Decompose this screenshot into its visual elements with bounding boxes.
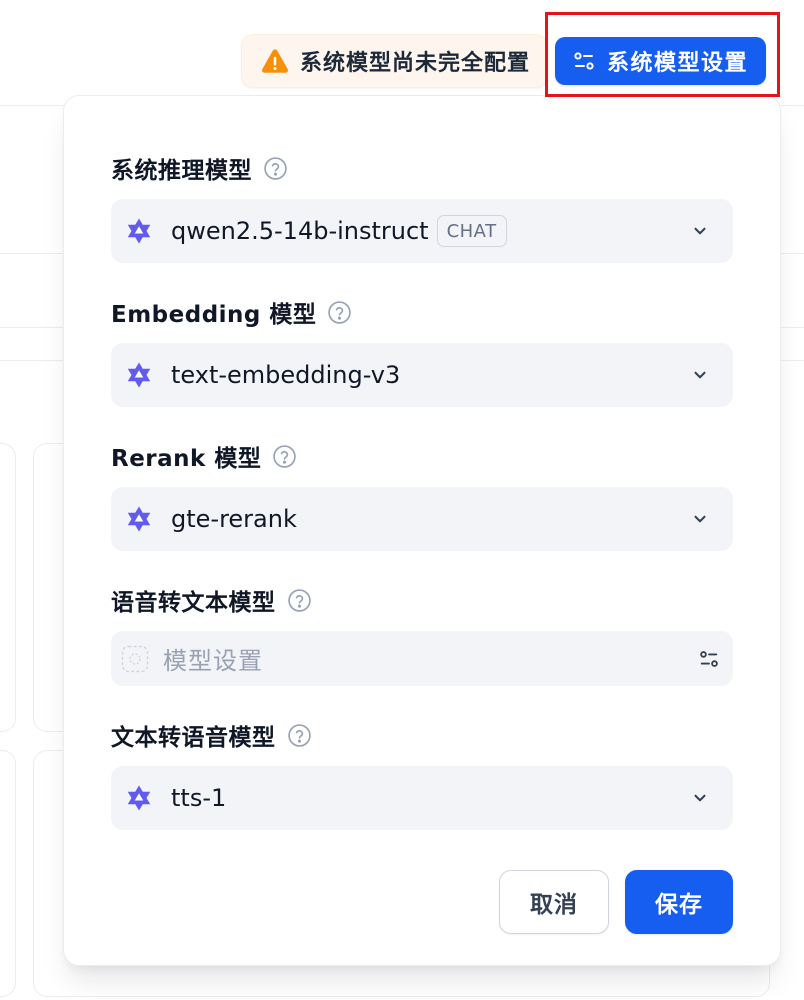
settings-sliders-icon [698,648,720,670]
selected-model: gte-rerank [171,505,297,533]
reasoning-model-field: 系统推理模型 qwen2.5-14b-instruct CHAT [111,154,733,263]
chevron-down-icon [691,510,709,528]
qwen-model-icon [124,216,154,246]
model-config-warning: 系统模型尚未完全配置 [241,34,548,88]
speech-to-text-model-field: 语音转文本模型 模型设置 [111,586,733,686]
select-placeholder: 模型设置 [163,647,263,675]
model-placeholder-icon [121,645,149,673]
field-label-row: 系统推理模型 [111,154,733,184]
field-label: 语音转文本模型 [111,590,276,616]
help-circle-icon[interactable] [272,444,297,469]
help-circle-icon[interactable] [327,300,352,325]
help-circle-icon[interactable] [263,156,288,181]
field-label-row: 文本转语音模型 [111,721,733,751]
provider-card [0,443,16,732]
field-label: Embedding 模型 [111,302,317,328]
selected-model: qwen2.5-14b-instruct [171,217,429,245]
settings-sliders-icon [572,49,596,73]
chevron-down-icon [691,789,709,807]
reasoning-model-select[interactable]: qwen2.5-14b-instruct CHAT [111,199,733,263]
field-label-row: 语音转文本模型 [111,586,733,616]
chevron-down-icon [691,222,709,240]
qwen-model-icon [124,783,154,813]
help-circle-icon[interactable] [287,723,312,748]
settings-button-label: 系统模型设置 [607,51,749,76]
embedding-model-field: Embedding 模型 text-embedding-v3 [111,298,733,407]
field-label: 文本转语音模型 [111,725,276,751]
page: 系统模型尚未完全配置 系统模型设置 系统推理模型 qwen2.5-14b-ins… [0,0,804,1000]
warning-icon [260,46,290,76]
field-label-row: Rerank 模型 [111,442,733,472]
speech-to-text-model-select[interactable]: 模型设置 [111,631,733,686]
selected-model: tts-1 [171,784,227,812]
warning-text: 系统模型尚未完全配置 [300,51,531,76]
rerank-model-select[interactable]: gte-rerank [111,487,733,551]
field-label: 系统推理模型 [111,158,252,184]
model-type-badge: CHAT [436,215,507,247]
qwen-model-icon [124,504,154,534]
popover-actions: 取消 保存 [111,870,733,934]
save-button[interactable]: 保存 [625,870,733,934]
embedding-model-select[interactable]: text-embedding-v3 [111,343,733,407]
field-label-row: Embedding 模型 [111,298,733,328]
qwen-model-icon [124,360,154,390]
provider-card [0,750,16,997]
field-label: Rerank 模型 [111,446,262,472]
text-to-speech-model-select[interactable]: tts-1 [111,766,733,830]
chevron-down-icon [691,366,709,384]
help-circle-icon[interactable] [287,588,312,613]
system-model-settings-button[interactable]: 系统模型设置 [555,37,766,85]
cancel-button[interactable]: 取消 [499,870,609,934]
text-to-speech-model-field: 文本转语音模型 tts-1 [111,721,733,830]
system-model-settings-popover: 系统推理模型 qwen2.5-14b-instruct CHAT Embeddi… [63,95,781,966]
selected-model: text-embedding-v3 [171,361,401,389]
rerank-model-field: Rerank 模型 gte-rerank [111,442,733,551]
